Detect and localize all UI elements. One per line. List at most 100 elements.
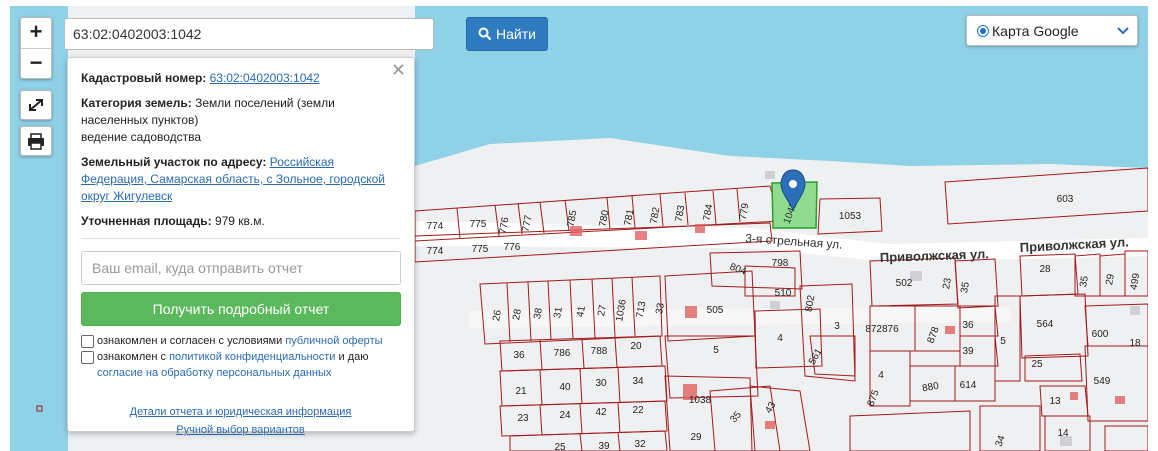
svg-text:775: 775 bbox=[472, 244, 489, 255]
svg-text:36: 36 bbox=[513, 350, 525, 361]
svg-text:3: 3 bbox=[834, 321, 840, 332]
area-label: Уточненная площадь: bbox=[81, 214, 212, 228]
privacy-checkbox[interactable] bbox=[81, 351, 94, 364]
svg-text:505: 505 bbox=[707, 305, 724, 316]
map-layer-select[interactable]: Карта Google bbox=[966, 15, 1138, 46]
offer-agreement-text: ознакомлен и согласен с условиями публич… bbox=[97, 333, 383, 349]
fullscreen-icon bbox=[29, 99, 43, 111]
svg-text:510: 510 bbox=[775, 288, 792, 299]
parcel-info-panel: ✕ Кадастровый номер: 63:02:0402003:1042 … bbox=[67, 57, 415, 436]
land-category-row: Категория земель: Земли поселений (земли… bbox=[81, 95, 400, 146]
svg-text:774: 774 bbox=[427, 221, 444, 232]
close-icon[interactable]: ✕ bbox=[391, 61, 406, 79]
svg-text:42: 42 bbox=[595, 407, 607, 418]
search-button-label: Найти bbox=[496, 26, 536, 42]
zoom-control: + − bbox=[20, 17, 52, 79]
report-details-link[interactable]: Детали отчета и юридическая информация bbox=[130, 406, 352, 418]
svg-text:1038: 1038 bbox=[689, 395, 712, 406]
land-category-value-3: ведение садоводства bbox=[81, 130, 202, 144]
svg-text:603: 603 bbox=[1057, 194, 1074, 205]
search-button[interactable]: Найти bbox=[466, 17, 548, 51]
zoom-in-button[interactable]: + bbox=[21, 18, 51, 49]
svg-text:34: 34 bbox=[632, 376, 644, 387]
svg-text:878: 878 bbox=[926, 325, 942, 345]
land-category-value-2: населенных пунктов) bbox=[81, 113, 199, 127]
data-processing-consent-link[interactable]: согласие на обработку персональных данны… bbox=[97, 367, 331, 379]
printer-icon bbox=[28, 133, 44, 150]
svg-text:33: 33 bbox=[654, 302, 667, 315]
email-input[interactable]: Ваш email, куда отправить отчет bbox=[81, 251, 401, 285]
svg-text:786: 786 bbox=[554, 348, 571, 359]
svg-text:4: 4 bbox=[777, 333, 783, 344]
svg-text:13: 13 bbox=[1049, 396, 1061, 407]
print-button[interactable] bbox=[20, 126, 52, 156]
svg-text:564: 564 bbox=[1037, 319, 1054, 330]
svg-text:779: 779 bbox=[738, 202, 752, 221]
radio-selected-icon bbox=[977, 24, 989, 37]
svg-text:27: 27 bbox=[596, 304, 609, 317]
svg-text:600: 600 bbox=[1092, 329, 1109, 340]
cadastral-number-row: Кадастровый номер: 63:02:0402003:1042 bbox=[81, 70, 400, 87]
privacy-policy-link[interactable]: политикой конфиденциальности bbox=[169, 351, 335, 363]
svg-text:502: 502 bbox=[896, 278, 913, 289]
address-link-1[interactable]: Российская bbox=[270, 155, 334, 169]
svg-text:499: 499 bbox=[1129, 272, 1143, 291]
cadastral-number-label: Кадастровый номер: bbox=[81, 71, 207, 85]
privacy-text: ознакомлен с bbox=[97, 351, 167, 363]
svg-text:35: 35 bbox=[1078, 275, 1091, 288]
land-category-label: Категория земель: bbox=[81, 96, 192, 110]
svg-text:14: 14 bbox=[1057, 428, 1069, 439]
svg-text:875: 875 bbox=[866, 388, 882, 408]
svg-text:784: 784 bbox=[702, 203, 716, 222]
svg-text:614: 614 bbox=[960, 380, 977, 391]
svg-text:775: 775 bbox=[470, 219, 487, 230]
map-layer-label: Карта Google bbox=[992, 22, 1079, 39]
svg-text:32: 32 bbox=[634, 439, 646, 450]
cadastral-number-link[interactable]: 63:02:0402003:1042 bbox=[210, 71, 320, 85]
manual-selection-link[interactable]: Ручной выбор вариантов bbox=[176, 424, 304, 436]
svg-text:22: 22 bbox=[632, 405, 644, 416]
svg-text:774: 774 bbox=[427, 246, 444, 257]
chevron-down-icon bbox=[1117, 26, 1129, 34]
svg-text:4: 4 bbox=[878, 370, 884, 381]
svg-text:872876: 872876 bbox=[865, 324, 899, 335]
offer-checkbox[interactable] bbox=[81, 335, 94, 348]
svg-text:29: 29 bbox=[690, 432, 702, 443]
svg-text:28: 28 bbox=[511, 308, 524, 321]
svg-text:798: 798 bbox=[772, 258, 789, 269]
svg-text:24: 24 bbox=[559, 410, 571, 421]
svg-text:29: 29 bbox=[1104, 273, 1117, 286]
get-report-button[interactable]: Получить подробный отчет bbox=[81, 292, 401, 326]
land-category-value-1: Земли поселений (земли bbox=[195, 96, 335, 110]
address-row: Земельный участок по адресу: Российская … bbox=[81, 154, 400, 205]
address-link-3[interactable]: округ Жигулевск bbox=[81, 189, 172, 203]
address-label: Земельный участок по адресу: bbox=[81, 155, 267, 169]
fullscreen-button[interactable] bbox=[20, 90, 52, 120]
svg-text:43: 43 bbox=[763, 400, 778, 416]
svg-text:5: 5 bbox=[713, 345, 719, 356]
svg-text:34: 34 bbox=[994, 434, 1008, 449]
svg-text:783: 783 bbox=[674, 204, 688, 223]
search-icon bbox=[478, 27, 492, 41]
svg-text:25: 25 bbox=[554, 442, 566, 451]
svg-text:5: 5 bbox=[1000, 336, 1006, 347]
svg-text:21: 21 bbox=[515, 386, 527, 397]
svg-text:38: 38 bbox=[532, 307, 545, 320]
svg-text:776: 776 bbox=[504, 242, 521, 253]
address-link-2[interactable]: Федерация, Самарская область, с Зольное,… bbox=[81, 172, 385, 186]
zoom-out-button[interactable]: − bbox=[21, 49, 51, 79]
privacy-mid-text: и даю bbox=[338, 351, 369, 363]
cadastral-search-input[interactable]: 63:02:0402003:1042 bbox=[64, 18, 434, 50]
svg-text:39: 39 bbox=[962, 346, 974, 357]
svg-text:26: 26 bbox=[491, 309, 504, 322]
svg-text:549: 549 bbox=[1094, 376, 1111, 387]
public-offer-link[interactable]: публичной оферты bbox=[285, 335, 382, 347]
svg-text:20: 20 bbox=[630, 341, 642, 352]
street-label-privolzhskaya-1: Приволжская ул. bbox=[880, 246, 990, 265]
panel-footer-links: Детали отчета и юридическая информация Р… bbox=[81, 403, 400, 439]
svg-text:788: 788 bbox=[591, 346, 608, 357]
svg-text:35: 35 bbox=[728, 409, 744, 425]
offer-agreement: ознакомлен и согласен с условиями публич… bbox=[81, 333, 400, 349]
svg-text:1053: 1053 bbox=[839, 211, 862, 222]
svg-text:36: 36 bbox=[962, 320, 974, 331]
